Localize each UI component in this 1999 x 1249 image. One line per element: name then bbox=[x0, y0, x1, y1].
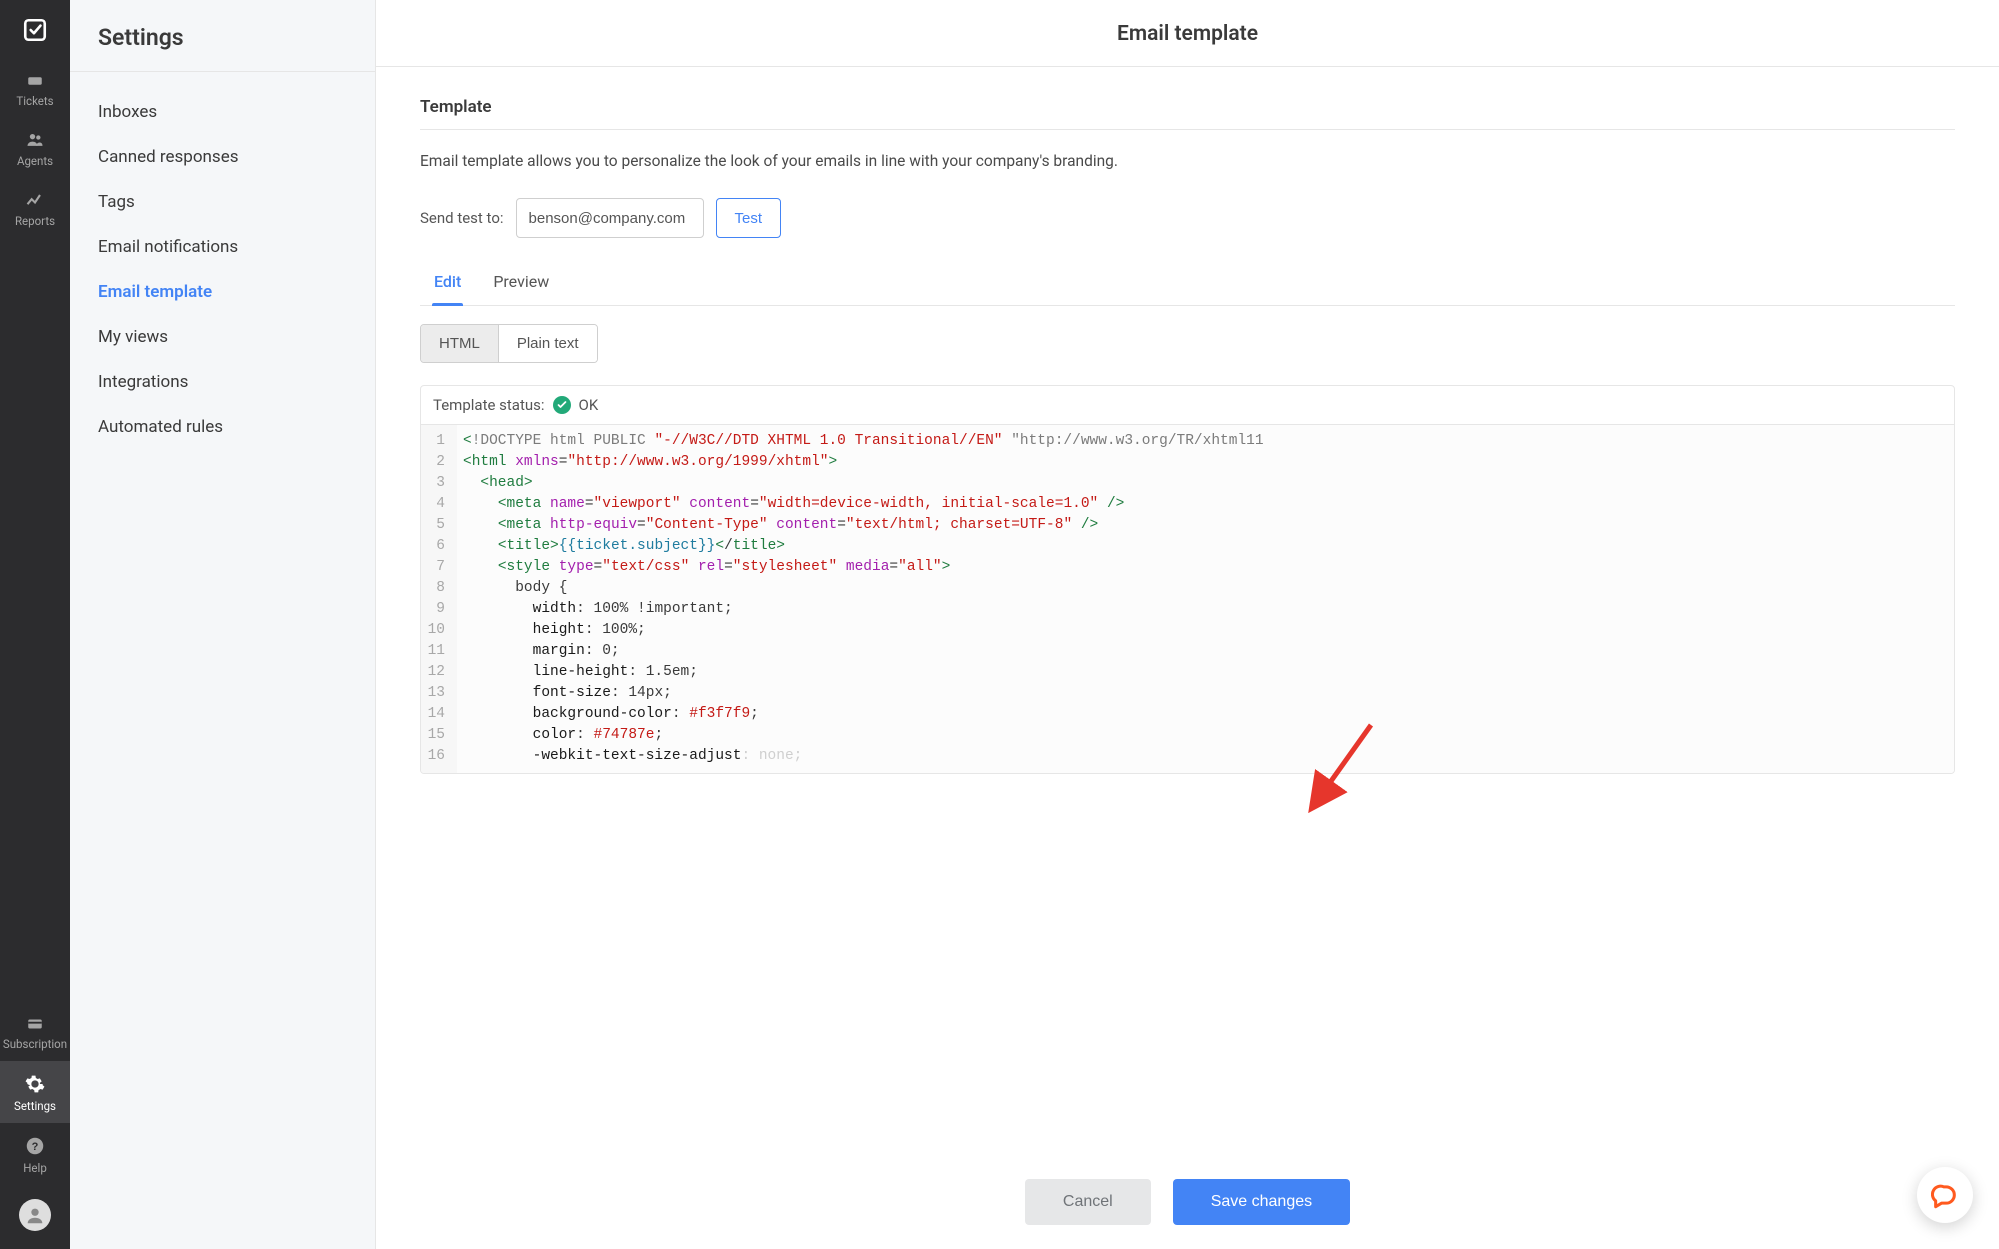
template-status-value: OK bbox=[579, 396, 599, 414]
nav-item-agents[interactable]: Agents bbox=[0, 118, 70, 178]
settings-menu-tags[interactable]: Tags bbox=[70, 180, 375, 225]
settings-menu-canned-responses[interactable]: Canned responses bbox=[70, 135, 375, 180]
code-editor: Template status: OK 12345678910111213141… bbox=[420, 385, 1955, 774]
agents-icon bbox=[24, 130, 46, 150]
settings-title: Settings bbox=[70, 0, 375, 72]
settings-menu-automated-rules[interactable]: Automated rules bbox=[70, 405, 375, 450]
settings-sidebar: Settings Inboxes Canned responses Tags E… bbox=[70, 0, 376, 1249]
settings-menu-email-template[interactable]: Email template bbox=[70, 270, 375, 315]
code-content[interactable]: <!DOCTYPE html PUBLIC "-//W3C//DTD XHTML… bbox=[457, 425, 1954, 773]
divider bbox=[420, 129, 1955, 130]
nav-label: Help bbox=[23, 1161, 47, 1175]
page-title: Email template bbox=[376, 0, 1999, 67]
section-title: Template bbox=[420, 97, 1955, 117]
template-description: Email template allows you to personalize… bbox=[420, 152, 1955, 170]
chat-fab[interactable] bbox=[1917, 1167, 1973, 1223]
settings-menu: Inboxes Canned responses Tags Email noti… bbox=[70, 72, 375, 450]
format-tab-plain-text[interactable]: Plain text bbox=[498, 325, 597, 362]
template-status-label: Template status: bbox=[433, 396, 545, 414]
svg-text:?: ? bbox=[32, 1141, 39, 1153]
nav-label: Reports bbox=[15, 214, 55, 228]
nav-rail: Tickets Agents Reports Subscription Sett… bbox=[0, 0, 70, 1249]
settings-menu-integrations[interactable]: Integrations bbox=[70, 360, 375, 405]
view-tabs: Edit Preview bbox=[420, 272, 1955, 306]
user-avatar[interactable] bbox=[19, 1199, 51, 1231]
save-changes-button[interactable]: Save changes bbox=[1173, 1179, 1350, 1225]
footer-actions: Cancel Save changes bbox=[376, 1157, 1999, 1249]
code-gutter: 12345678910111213141516 bbox=[421, 425, 457, 773]
reports-icon bbox=[24, 190, 46, 210]
nav-item-tickets[interactable]: Tickets bbox=[0, 60, 70, 118]
help-icon: ? bbox=[24, 1135, 46, 1157]
tab-preview[interactable]: Preview bbox=[491, 272, 551, 305]
app-logo[interactable] bbox=[15, 10, 55, 50]
nav-item-help[interactable]: ? Help bbox=[0, 1123, 70, 1185]
nav-item-settings[interactable]: Settings bbox=[0, 1061, 70, 1123]
nav-label: Subscription bbox=[3, 1037, 67, 1051]
send-test-label: Send test to: bbox=[420, 209, 504, 227]
send-test-button[interactable]: Test bbox=[716, 198, 782, 238]
settings-menu-email-notifications[interactable]: Email notifications bbox=[70, 225, 375, 270]
nav-label: Settings bbox=[14, 1099, 56, 1113]
cancel-button[interactable]: Cancel bbox=[1025, 1179, 1151, 1225]
format-tab-html[interactable]: HTML bbox=[421, 325, 498, 362]
settings-menu-my-views[interactable]: My views bbox=[70, 315, 375, 360]
send-test-row: Send test to: Test bbox=[420, 198, 1955, 238]
settings-menu-inboxes[interactable]: Inboxes bbox=[70, 90, 375, 135]
tab-edit[interactable]: Edit bbox=[432, 272, 463, 305]
settings-icon bbox=[24, 1073, 46, 1095]
code-area[interactable]: 12345678910111213141516 <!DOCTYPE html P… bbox=[421, 425, 1954, 773]
subscription-icon bbox=[24, 1015, 46, 1033]
nav-item-reports[interactable]: Reports bbox=[0, 178, 70, 238]
tickets-icon bbox=[24, 72, 46, 90]
template-status-row: Template status: OK bbox=[421, 386, 1954, 425]
nav-label: Tickets bbox=[16, 94, 53, 108]
send-test-input[interactable] bbox=[516, 198, 704, 238]
main-content: Email template Template Email template a… bbox=[376, 0, 1999, 1249]
format-tabs: HTML Plain text bbox=[420, 324, 598, 363]
nav-item-subscription[interactable]: Subscription bbox=[0, 1003, 70, 1061]
main-body: Template Email template allows you to pe… bbox=[376, 67, 1999, 1157]
status-ok-icon bbox=[553, 396, 571, 414]
nav-label: Agents bbox=[17, 154, 53, 168]
